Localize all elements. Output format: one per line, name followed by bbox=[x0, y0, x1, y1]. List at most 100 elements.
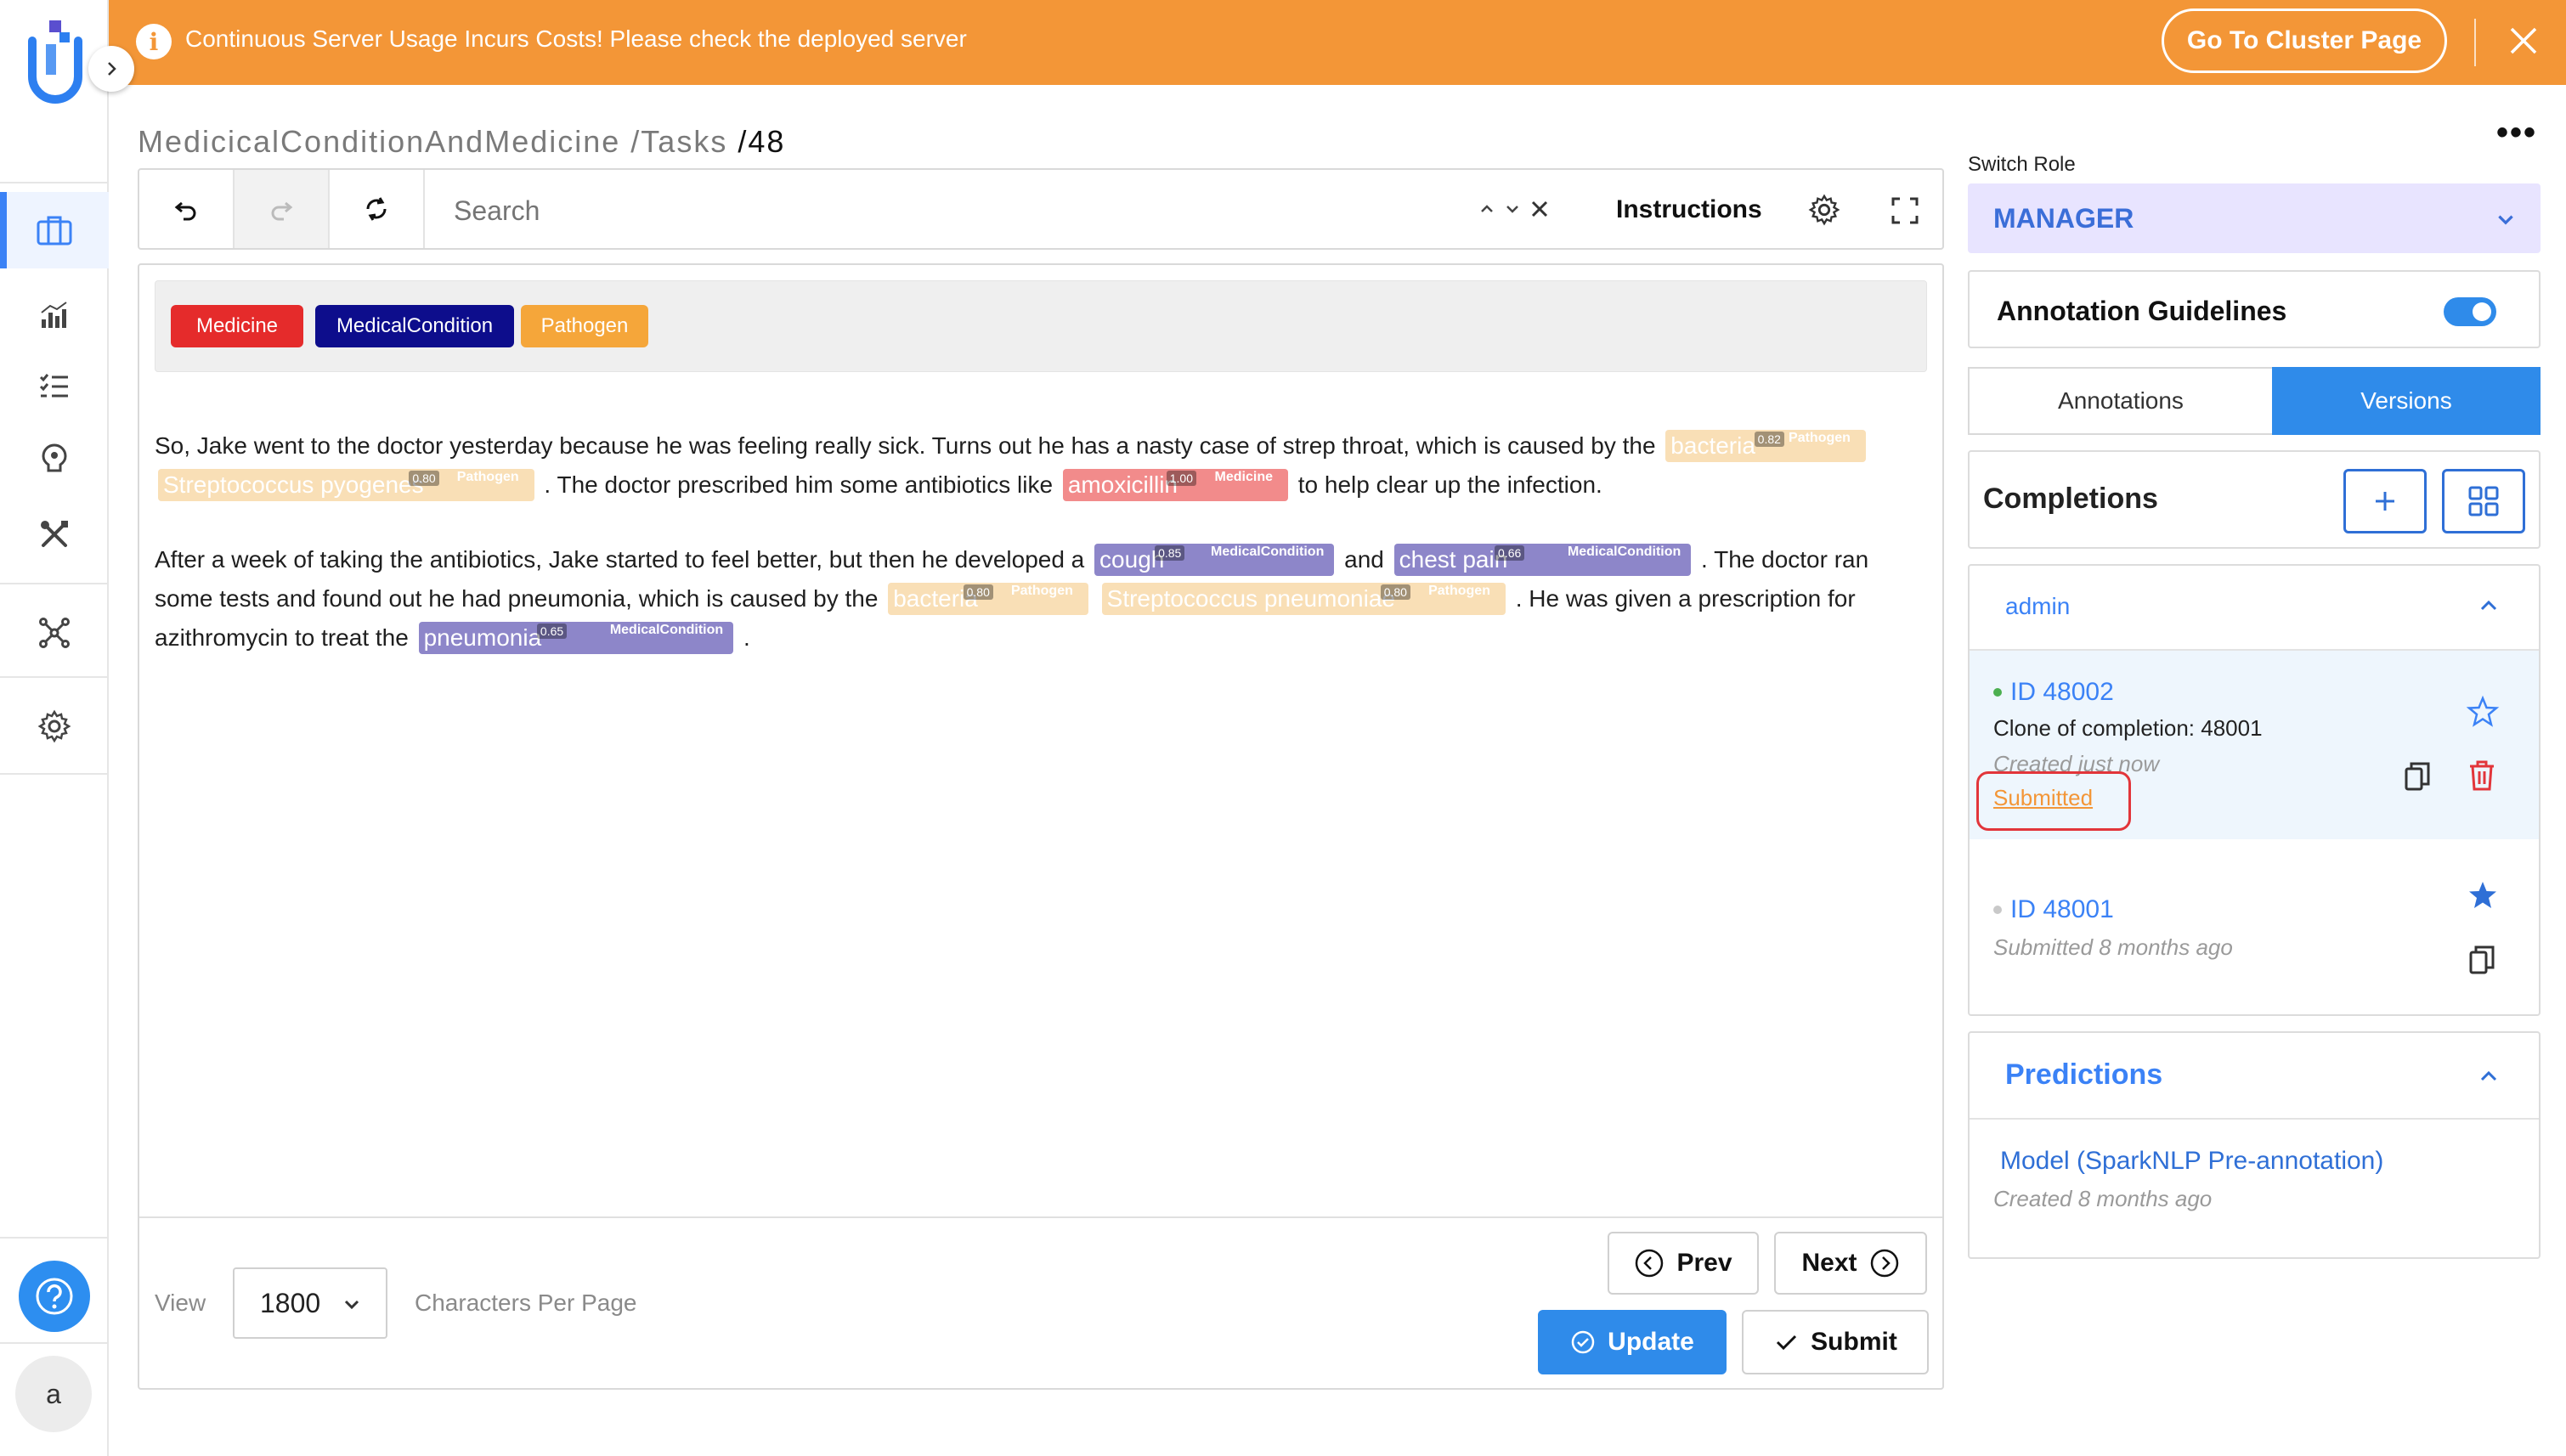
check-circle-icon bbox=[1571, 1330, 1595, 1354]
rail-projects[interactable] bbox=[0, 192, 109, 268]
update-button[interactable]: Update bbox=[1538, 1310, 1727, 1374]
banner-message: Continuous Server Usage Incurs Costs! Pl… bbox=[185, 25, 967, 52]
tab-annotations[interactable]: Annotations bbox=[1968, 367, 2272, 435]
rail-divider bbox=[0, 182, 109, 183]
entity-text: bacteria bbox=[1670, 432, 1755, 459]
breadcrumb-separator: / bbox=[738, 124, 749, 159]
breadcrumb-task-id: 48 bbox=[748, 124, 786, 159]
rail-settings[interactable] bbox=[0, 688, 109, 765]
entity-pathogen[interactable]: Streptococcus pneumoniae 0.80 Pathogen bbox=[1101, 583, 1506, 615]
text-span: and bbox=[1344, 546, 1384, 573]
search-input[interactable] bbox=[454, 195, 1473, 227]
entity-label: Pathogen bbox=[456, 470, 519, 484]
chevron-down-icon bbox=[344, 1300, 359, 1310]
copy-icon[interactable] bbox=[2403, 761, 2432, 792]
breadcrumb-tasks[interactable]: /Tasks bbox=[630, 124, 727, 159]
star-outline-icon[interactable] bbox=[2466, 695, 2500, 729]
status-dot bbox=[1993, 688, 2002, 697]
star-filled-icon[interactable] bbox=[2466, 878, 2500, 912]
chevron-up-icon[interactable] bbox=[1473, 195, 1501, 223]
text-span: . The doctor prescribed him some antibio… bbox=[544, 471, 1054, 498]
go-to-cluster-button[interactable]: Go To Cluster Page bbox=[2162, 8, 2447, 73]
next-button[interactable]: Next bbox=[1774, 1232, 1927, 1295]
entity-text: Streptococcus pneumoniae bbox=[1106, 585, 1395, 612]
rail-tasks[interactable] bbox=[0, 348, 109, 425]
text-span: . bbox=[743, 624, 750, 651]
label-medicine[interactable]: Medicine bbox=[171, 305, 303, 347]
rail-divider bbox=[0, 1237, 109, 1239]
toolbar-divider bbox=[423, 170, 425, 248]
brain-icon bbox=[42, 443, 67, 472]
left-rail: a bbox=[0, 0, 134, 1456]
gear-icon[interactable] bbox=[1808, 194, 1840, 226]
role-value: MANAGER bbox=[1993, 202, 2134, 234]
prediction-created: Created 8 months ago bbox=[1993, 1186, 2213, 1211]
completion-id-link[interactable]: ID 48001 bbox=[2010, 895, 2114, 924]
entity-text: Streptococcus pyogenes bbox=[163, 471, 424, 498]
annotation-guidelines-toggle[interactable] bbox=[2444, 297, 2496, 326]
text-span: to help clear up the infection. bbox=[1297, 471, 1602, 498]
update-label: Update bbox=[1608, 1328, 1694, 1356]
briefcase-icon bbox=[37, 216, 72, 245]
rail-models[interactable] bbox=[0, 420, 109, 496]
reset-button[interactable] bbox=[330, 170, 423, 248]
completions-title: Completions bbox=[1983, 483, 2158, 515]
entity-label: MedicalCondition bbox=[609, 623, 724, 637]
trash-icon[interactable] bbox=[2467, 759, 2496, 792]
text-span: So, Jake went to the doctor yesterday be… bbox=[155, 432, 1656, 459]
label-pathogen[interactable]: Pathogen bbox=[521, 305, 648, 347]
chevron-up-icon[interactable] bbox=[2476, 1064, 2501, 1089]
entity-medicine[interactable]: amoxicillin 1.00 Medicine bbox=[1062, 469, 1288, 501]
app-logo-icon[interactable] bbox=[25, 15, 85, 109]
rail-analytics[interactable] bbox=[0, 277, 109, 353]
rail-divider bbox=[0, 773, 109, 775]
completion-group-admin[interactable]: admin bbox=[2005, 593, 2070, 620]
tab-versions[interactable]: Versions bbox=[2272, 367, 2541, 435]
copy-icon[interactable] bbox=[2467, 945, 2496, 975]
rail-divider bbox=[0, 676, 109, 678]
redo-button[interactable] bbox=[235, 170, 328, 248]
entity-medical-condition[interactable]: pneumonia 0.65 MedicalCondition bbox=[418, 622, 734, 654]
breadcrumb-project[interactable]: MedicicalConditionAndMedicine bbox=[138, 124, 620, 159]
entity-pathogen[interactable]: bacteria 0.82 Pathogen bbox=[1665, 430, 1866, 462]
help-button[interactable] bbox=[19, 1261, 90, 1332]
completion-id-link[interactable]: ID 48002 bbox=[2010, 678, 2114, 707]
entity-score: 0.85 bbox=[1155, 545, 1185, 561]
annotation-editor: Medicine MedicalCondition Pathogen So, J… bbox=[138, 263, 1944, 1390]
clear-search-icon[interactable] bbox=[1526, 195, 1553, 223]
undo-button[interactable] bbox=[139, 170, 233, 248]
instructions-button[interactable]: Instructions bbox=[1616, 195, 1762, 224]
entity-score: 0.80 bbox=[1380, 584, 1410, 600]
submit-button[interactable]: Submit bbox=[1742, 1310, 1929, 1374]
rail-workflow[interactable] bbox=[0, 595, 109, 671]
user-avatar[interactable]: a bbox=[15, 1356, 92, 1432]
network-icon bbox=[39, 618, 70, 648]
role-select[interactable]: MANAGER bbox=[1968, 183, 2541, 253]
paragraph-2: After a week of taking the antibiotics, … bbox=[155, 540, 1930, 657]
label-medical-condition[interactable]: MedicalCondition bbox=[315, 305, 514, 347]
entity-label: MedicalCondition bbox=[1211, 545, 1325, 559]
rail-divider bbox=[0, 1342, 109, 1344]
next-label: Next bbox=[1801, 1249, 1857, 1277]
entity-pathogen[interactable]: Streptococcus pyogenes 0.80 Pathogen bbox=[158, 469, 534, 501]
chevron-up-icon[interactable] bbox=[2476, 593, 2501, 618]
prediction-model-link[interactable]: Model (SparkNLP Pre-annotation) bbox=[2000, 1147, 2383, 1176]
chars-per-page-select[interactable]: 1800 bbox=[233, 1267, 387, 1339]
rail-tools[interactable] bbox=[0, 496, 109, 573]
entity-pathogen[interactable]: bacteria 0.80 Pathogen bbox=[888, 583, 1088, 615]
expand-rail-button[interactable] bbox=[88, 46, 134, 92]
chevron-down-icon[interactable] bbox=[1499, 195, 1526, 223]
entity-medical-condition[interactable]: cough 0.85 MedicalCondition bbox=[1094, 544, 1335, 576]
grid-view-button[interactable] bbox=[2442, 469, 2525, 533]
predictions-title: Predictions bbox=[2005, 1058, 2163, 1091]
prev-button[interactable]: Prev bbox=[1608, 1232, 1759, 1295]
checkmark-icon bbox=[1777, 1335, 1797, 1351]
fullscreen-icon[interactable] bbox=[1890, 195, 1920, 226]
reset-icon bbox=[366, 197, 387, 221]
close-icon[interactable] bbox=[2507, 24, 2541, 58]
entity-medical-condition[interactable]: chest pain 0.66 MedicalCondition bbox=[1393, 544, 1692, 576]
text-span: After a week of taking the antibiotics, … bbox=[155, 546, 1085, 573]
add-completion-button[interactable] bbox=[2343, 469, 2427, 533]
entity-label: MedicalCondition bbox=[1567, 545, 1681, 559]
more-options-icon[interactable]: ••• bbox=[2496, 114, 2537, 152]
